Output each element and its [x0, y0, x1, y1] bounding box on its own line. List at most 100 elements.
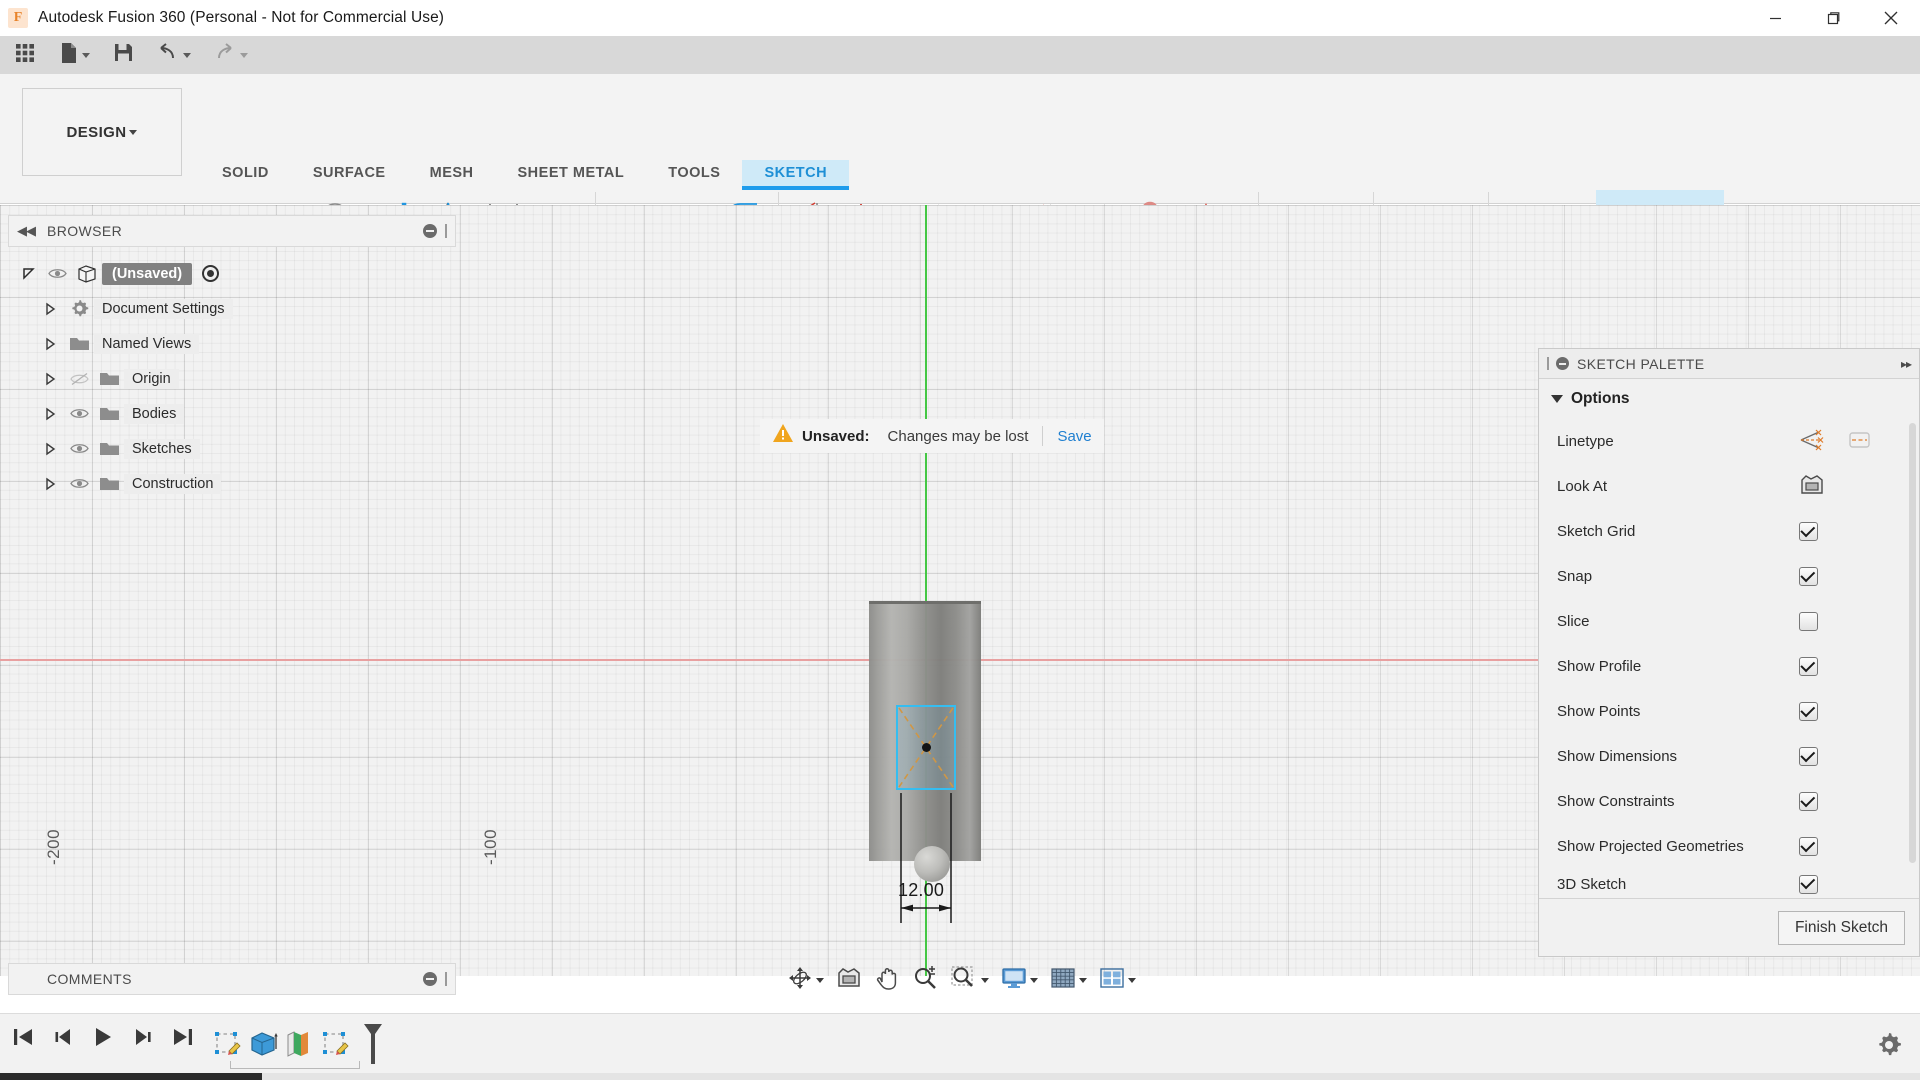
sketch-palette-title: SKETCH PALETTE: [1577, 356, 1704, 372]
tab-solid[interactable]: SOLID: [200, 160, 291, 186]
zoom-button[interactable]: [907, 961, 943, 999]
step-back-button[interactable]: [50, 1024, 76, 1055]
browser-minimize-icon[interactable]: [423, 224, 437, 238]
part-hole[interactable]: [914, 846, 950, 882]
visibility-eye-icon[interactable]: [64, 477, 94, 490]
expand-arrow-icon[interactable]: [36, 373, 64, 385]
palette-scrollbar[interactable]: [1909, 423, 1916, 863]
tab-sheet-metal[interactable]: SHEET METAL: [496, 160, 647, 186]
snap-checkbox[interactable]: [1799, 567, 1818, 586]
undo-button[interactable]: [151, 40, 197, 70]
go-to-end-button[interactable]: [170, 1024, 196, 1055]
tab-surface[interactable]: SURFACE: [291, 160, 408, 186]
expand-arrow-icon[interactable]: [14, 267, 42, 280]
palette-row-snap: Snap: [1539, 554, 1919, 599]
visibility-eye-icon[interactable]: [64, 442, 94, 455]
save-link[interactable]: Save: [1057, 428, 1091, 445]
tree-item-label: Named Views: [94, 334, 199, 354]
browser-grip[interactable]: [445, 224, 447, 238]
tree-item-unsaved[interactable]: (Unsaved): [14, 256, 454, 291]
comments-add-icon[interactable]: [423, 972, 437, 986]
visibility-eye-icon[interactable]: [64, 407, 94, 420]
palette-finish-sketch-button[interactable]: Finish Sketch: [1778, 911, 1905, 945]
palette-grip[interactable]: [1547, 357, 1549, 370]
tree-item-bodies[interactable]: Bodies: [14, 396, 454, 431]
close-button[interactable]: [1862, 0, 1920, 36]
expand-arrow-icon[interactable]: [36, 408, 64, 420]
show-constraints-checkbox[interactable]: [1799, 792, 1818, 811]
palette-expand-icon[interactable]: ▸▸: [1901, 357, 1911, 371]
show-projected-geometries-checkbox[interactable]: [1799, 837, 1818, 856]
folder-icon: [94, 440, 124, 457]
play-button[interactable]: [90, 1024, 116, 1055]
step-forward-button[interactable]: [130, 1024, 156, 1055]
browser-collapse-icon[interactable]: ◀◀: [17, 223, 35, 239]
tab-tools[interactable]: TOOLS: [646, 160, 742, 186]
tree-item-construction[interactable]: Construction: [14, 466, 454, 501]
tree-item-label: Origin: [124, 369, 179, 389]
expand-arrow-icon[interactable]: [36, 443, 64, 455]
file-menu-button[interactable]: [53, 40, 96, 70]
look-at-button[interactable]: [1799, 473, 1825, 501]
save-icon: [113, 42, 134, 68]
timeline-marker[interactable]: [360, 1022, 386, 1071]
redo-icon: [214, 43, 237, 68]
grid-settings-button[interactable]: [1045, 961, 1092, 999]
tree-item-label: (Unsaved): [102, 263, 192, 285]
workspace-switcher[interactable]: DESIGN: [22, 88, 182, 176]
save-button[interactable]: [107, 40, 140, 70]
axis-label-minus200: -200: [44, 829, 64, 865]
undo-icon: [157, 43, 180, 68]
tree-item-sketches[interactable]: Sketches: [14, 431, 454, 466]
browser-title: BROWSER: [47, 223, 122, 239]
viewports-button[interactable]: [1094, 961, 1141, 999]
orbit-button[interactable]: [782, 961, 829, 999]
timeline-settings-button[interactable]: [1876, 1032, 1902, 1063]
palette-row-show-profile: Show Profile: [1539, 644, 1919, 689]
dimension-label[interactable]: 12.00: [898, 880, 944, 901]
active-component-radio[interactable]: [202, 265, 219, 282]
visibility-eye-icon[interactable]: [42, 267, 72, 280]
appearance-feature-icon[interactable]: [284, 1029, 314, 1064]
tree-item-label: Document Settings: [94, 299, 233, 319]
show-profile-checkbox[interactable]: [1799, 657, 1818, 676]
show-dimensions-checkbox[interactable]: [1799, 747, 1818, 766]
chevron-down-icon: [1030, 978, 1038, 983]
sketch-center-point[interactable]: [922, 743, 931, 752]
palette-row-show-dimensions: Show Dimensions: [1539, 734, 1919, 779]
maximize-button[interactable]: [1804, 0, 1862, 36]
zoom-window-button[interactable]: [945, 961, 994, 999]
sketch-feature-icon-1[interactable]: [212, 1029, 242, 1064]
look-at-nav-button[interactable]: [831, 961, 867, 999]
timeline-scrollbar[interactable]: [0, 1073, 1920, 1080]
extrude-feature-icon[interactable]: [248, 1029, 278, 1064]
show-points-checkbox[interactable]: [1799, 702, 1818, 721]
gear-icon: [1876, 1045, 1902, 1062]
palette-minimize-icon[interactable]: [1556, 357, 1569, 370]
expand-arrow-icon[interactable]: [36, 478, 64, 490]
expand-arrow-icon[interactable]: [36, 338, 64, 350]
app-grid-button[interactable]: [8, 40, 42, 70]
slice-checkbox[interactable]: [1799, 612, 1818, 631]
display-settings-button[interactable]: [996, 961, 1043, 999]
sketch-grid-checkbox[interactable]: [1799, 522, 1818, 541]
options-section-header[interactable]: Options: [1539, 379, 1919, 419]
tab-mesh[interactable]: MESH: [408, 160, 496, 186]
folder-icon: [94, 370, 124, 387]
tree-item-origin[interactable]: Origin: [14, 361, 454, 396]
sketch-feature-icon-2[interactable]: [320, 1029, 350, 1064]
tree-item-named-views[interactable]: Named Views: [14, 326, 454, 361]
tree-item-label: Bodies: [124, 404, 184, 424]
construction-linetype-button[interactable]: [1847, 428, 1873, 456]
tree-item-document-settings[interactable]: Document Settings: [14, 291, 454, 326]
3d-sketch-checkbox[interactable]: [1799, 875, 1818, 894]
tab-sketch[interactable]: SKETCH: [742, 160, 849, 186]
minimize-button[interactable]: [1746, 0, 1804, 36]
go-to-beginning-button[interactable]: [10, 1024, 36, 1055]
pan-button[interactable]: [869, 961, 905, 999]
visibility-eye-hidden-icon[interactable]: [64, 372, 94, 386]
redo-button[interactable]: [208, 40, 254, 70]
normal-linetype-button[interactable]: [1799, 428, 1825, 456]
expand-arrow-icon[interactable]: [36, 303, 64, 315]
comments-grip[interactable]: [445, 972, 447, 986]
